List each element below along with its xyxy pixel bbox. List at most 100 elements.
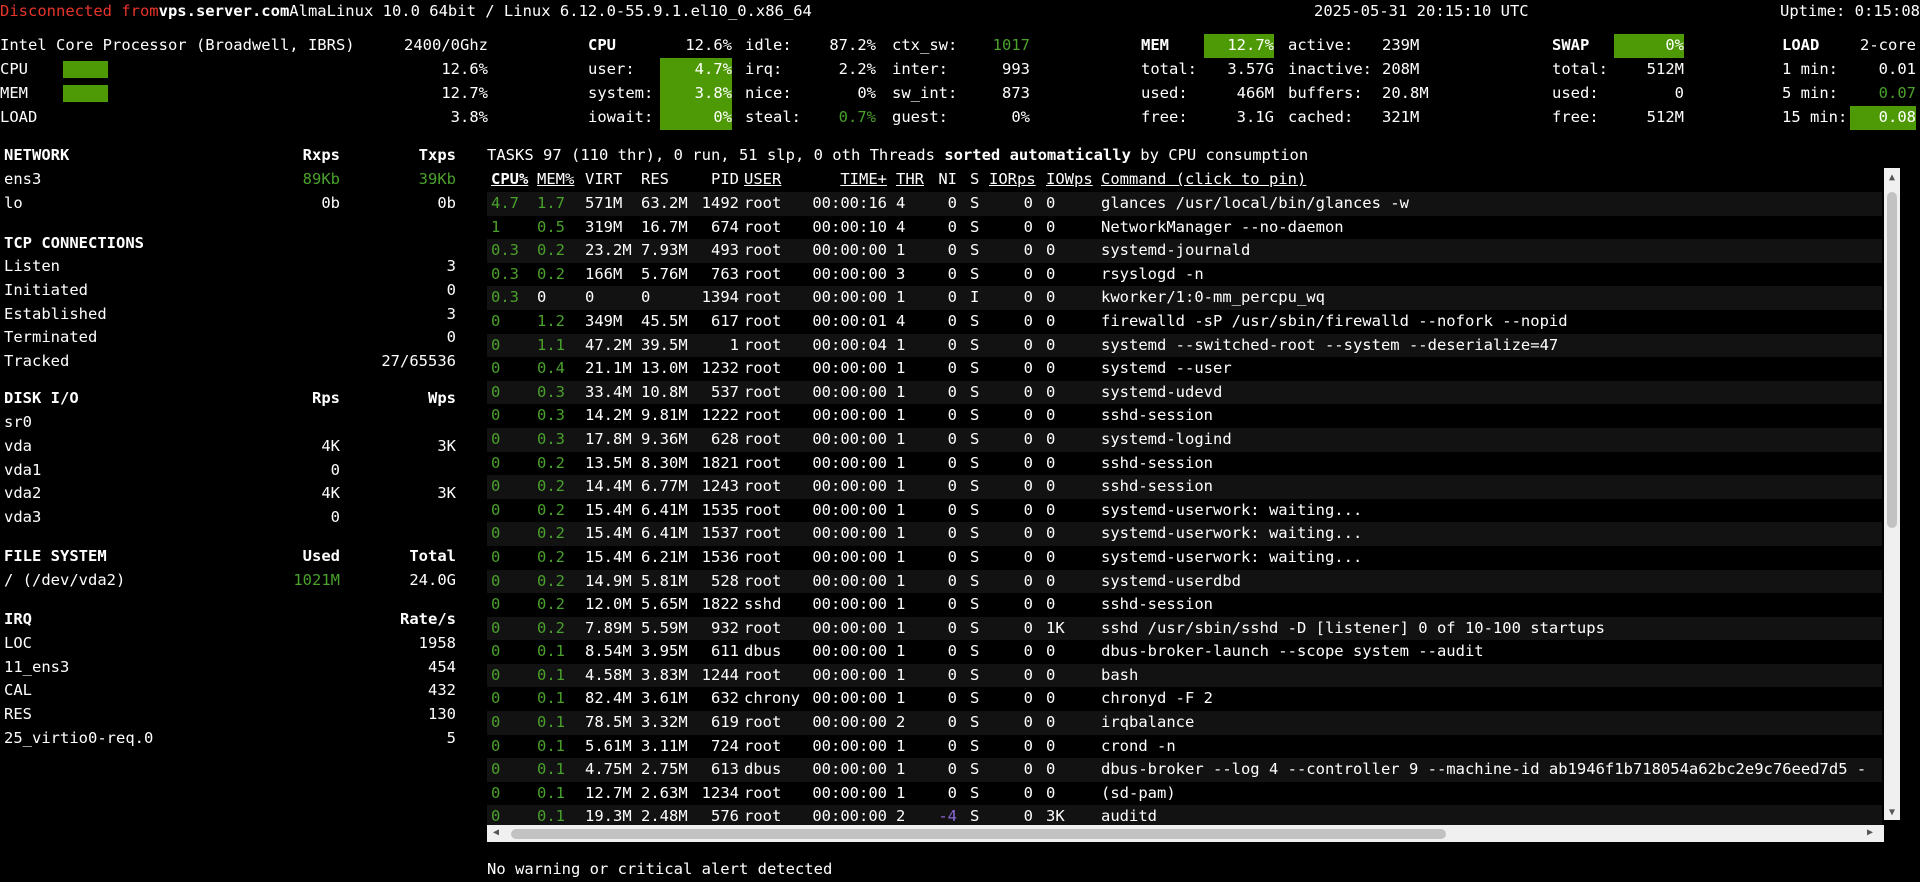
cpu-guest-value: 0%	[1011, 108, 1030, 126]
process-command[interactable]: sshd /usr/sbin/sshd -D [listener] 0 of 1…	[1101, 617, 1605, 641]
process-command[interactable]: systemd-userwork: waiting...	[1101, 499, 1362, 523]
column-header-mem[interactable]: MEM%	[537, 168, 574, 192]
process-row[interactable]: 0 1.1 47.2M 39.5M 1 root 00:00:04 1 0 S 0 0 systemd …	[487, 333, 1882, 358]
process-command[interactable]: sshd-session	[1101, 593, 1213, 617]
process-virt: 12.0M	[585, 595, 632, 614]
process-row[interactable]: 0 0.2 14.4M 6.77M 1243 root 00:00:00 1 0 S 0 0 sshd-…	[487, 475, 1882, 499]
process-io-write: 0	[1046, 500, 1056, 519]
process-command[interactable]: chronyd -F 2	[1101, 687, 1213, 711]
process-command[interactable]: dbus-broker-launch --scope system --audi…	[1101, 640, 1484, 664]
process-row[interactable]: 4.7 1.7 571M 63.2M 1492 root 00:00:16 4 0 S 0 0 glan…	[487, 192, 1882, 216]
scroll-down-arrow-icon[interactable]: ▼	[1884, 808, 1900, 818]
process-command[interactable]: bash	[1101, 664, 1138, 688]
process-row[interactable]: 0 0.2 14.9M 5.81M 528 root 00:00:00 1 0 S 0 0 system…	[487, 569, 1882, 594]
process-row[interactable]: 0 0.1 78.5M 3.32M 619 root 00:00:00 2 0 S 0 0 irqbal…	[487, 711, 1882, 735]
process-command[interactable]: systemd --user	[1101, 357, 1232, 381]
process-row[interactable]: 0 0.1 5.61M 3.11M 724 root 00:00:00 1 0 S 0 0 crond …	[487, 735, 1882, 759]
process-command[interactable]: systemd-logind	[1101, 428, 1232, 452]
process-nice: 0	[947, 429, 957, 448]
process-io-write: 0	[1046, 382, 1056, 401]
process-row[interactable]: 0 0.2 15.4M 6.21M 1536 root 00:00:00 1 0 S 0 0 syste…	[487, 546, 1882, 570]
column-header-time[interactable]: TIME+	[809, 168, 887, 192]
process-row[interactable]: 0 0.1 4.75M 2.75M 613 dbus 00:00:00 1 0 S 0 0 dbus-b…	[487, 758, 1882, 782]
disk-write: 3K	[437, 484, 456, 502]
column-header-thr[interactable]: THR	[896, 168, 924, 192]
process-row[interactable]: 0 0.4 21.1M 13.0M 1232 root 00:00:00 1 0 S 0 0 syste…	[487, 357, 1882, 381]
quicklook-mem-bar	[63, 85, 108, 102]
quicklook-load-label: LOAD	[0, 108, 38, 126]
process-command[interactable]: crond -n	[1101, 735, 1176, 759]
horizontal-scrollbar[interactable]: ◀ ▶	[487, 825, 1884, 842]
process-command[interactable]: irqbalance	[1101, 711, 1194, 735]
process-status: S	[970, 524, 980, 543]
process-cpu: 0	[491, 429, 501, 448]
process-command[interactable]: sshd-session	[1101, 475, 1213, 499]
process-row[interactable]: 1 0.5 319M 16.7M 674 root 00:00:10 4 0 S 0 0 Network…	[487, 216, 1882, 240]
process-virt: 82.4M	[585, 689, 632, 708]
process-row[interactable]: 0 0.3 33.4M 10.8M 537 root 00:00:00 1 0 S 0 0 system…	[487, 380, 1882, 405]
column-header-iowps[interactable]: IOWps	[1046, 168, 1093, 192]
scroll-left-arrow-icon[interactable]: ◀	[489, 828, 503, 838]
process-status: S	[970, 689, 980, 708]
network-tx-header: Txps	[418, 146, 456, 164]
process-io-read: 0	[1023, 311, 1033, 330]
process-row[interactable]: 0 0.1 12.7M 2.63M 1234 root 00:00:00 1 0 S 0 0 (sd-p…	[487, 782, 1882, 806]
datetime: 2025-05-31 20:15:10 UTC	[1314, 2, 1529, 20]
process-command[interactable]: systemd-udevd	[1101, 381, 1222, 405]
process-io-read: 0	[1023, 689, 1033, 708]
process-row[interactable]: 0 0.3 17.8M 9.36M 628 root 00:00:00 1 0 S 0 0 system…	[487, 427, 1882, 452]
vertical-scrollbar[interactable]: ▲ ▼	[1884, 168, 1900, 820]
process-command[interactable]: sshd-session	[1101, 452, 1213, 476]
process-command[interactable]: dbus-broker --log 4 --controller 9 --mac…	[1101, 758, 1866, 782]
process-command[interactable]: rsyslogd -n	[1101, 263, 1204, 287]
process-io-read: 0	[1023, 217, 1033, 236]
process-virt: 15.4M	[585, 547, 632, 566]
process-command[interactable]: firewalld -sP /usr/sbin/firewalld --nofo…	[1101, 310, 1568, 334]
process-command[interactable]: NetworkManager --no-daemon	[1101, 216, 1344, 240]
process-row[interactable]: 0.3 0.2 23.2M 7.93M 493 root 00:00:00 1 0 S 0 0 syst…	[487, 239, 1882, 263]
process-row[interactable]: 0 0.1 4.58M 3.83M 1244 root 00:00:00 1 0 S 0 0 bash	[487, 663, 1882, 688]
process-row[interactable]: 0 0.1 82.4M 3.61M 632 chrony 00:00:00 1 0 S 0 0 chro…	[487, 687, 1882, 711]
process-command[interactable]: systemd-userwork: waiting...	[1101, 546, 1362, 570]
horizontal-scroll-thumb[interactable]	[511, 829, 1446, 839]
column-header-cpu[interactable]: CPU%	[491, 168, 528, 192]
column-header-virt: VIRT	[585, 170, 623, 188]
process-nice: 0	[947, 618, 957, 637]
process-command[interactable]: sshd-session	[1101, 404, 1213, 428]
process-row[interactable]: 0 0.1 8.54M 3.95M 611 dbus 00:00:00 1 0 S 0 0 dbus-b…	[487, 640, 1882, 664]
process-io-read: 0	[1023, 453, 1033, 472]
process-row[interactable]: 0 0.2 7.89M 5.59M 932 root 00:00:00 1 0 S 0 1K sshd …	[487, 616, 1882, 641]
process-io-write: 0	[1046, 642, 1056, 661]
column-header-user[interactable]: USER	[744, 168, 781, 192]
process-user: root	[744, 618, 782, 637]
process-row[interactable]: 0 0.2 13.5M 8.30M 1821 root 00:00:00 1 0 S 0 0 sshd-…	[487, 452, 1882, 476]
process-command[interactable]: glances /usr/local/bin/glances -w	[1101, 192, 1409, 216]
process-row[interactable]: 0 0.2 12.0M 5.65M 1822 sshd 00:00:00 1 0 S 0 0 sshd-…	[487, 593, 1882, 617]
scroll-right-arrow-icon[interactable]: ▶	[1863, 828, 1877, 838]
vertical-scroll-thumb[interactable]	[1887, 192, 1897, 528]
process-row[interactable]: 0 0.3 14.2M 9.81M 1222 root 00:00:00 1 0 S 0 0 sshd-…	[487, 404, 1882, 428]
process-io-write: 0	[1046, 264, 1056, 283]
process-pid: 611	[711, 642, 739, 661]
irq-name: 25_virtio0-req.0	[4, 729, 154, 747]
process-row[interactable]: 0 1.2 349M 45.5M 617 root 00:00:01 4 0 S 0 0 firewal…	[487, 310, 1882, 334]
process-command[interactable]: systemd-userdbd	[1101, 570, 1241, 594]
process-command[interactable]: (sd-pam)	[1101, 782, 1176, 806]
process-threads: 3	[896, 264, 906, 283]
network-iface-rx: 0b	[321, 194, 340, 212]
process-row[interactable]: 0 0.2 15.4M 6.41M 1535 root 00:00:00 1 0 S 0 0 syste…	[487, 499, 1882, 523]
process-command[interactable]: kworker/1:0-mm_percpu_wq	[1101, 286, 1325, 310]
process-command[interactable]: systemd --switched-root --system --deser…	[1101, 334, 1558, 358]
process-row[interactable]: 0 0.2 15.4M 6.41M 1537 root 00:00:00 1 0 S 0 0 syste…	[487, 522, 1882, 546]
process-mem: 0.2	[537, 264, 565, 283]
process-row[interactable]: 0.3 0.2 166M 5.76M 763 root 00:00:00 3 0 S 0 0 rsysl…	[487, 263, 1882, 287]
process-command[interactable]: systemd-userwork: waiting...	[1101, 522, 1362, 546]
scroll-up-arrow-icon[interactable]: ▲	[1884, 173, 1900, 183]
process-command[interactable]: systemd-journald	[1101, 239, 1250, 263]
process-row[interactable]: 0.3 0 0 0 1394 root 00:00:00 1 0 I 0 0 kworker/1:0-m…	[487, 286, 1882, 310]
process-threads: 1	[896, 689, 906, 708]
mem-free-label: free:	[1141, 108, 1188, 126]
column-header-command[interactable]: Command (click to pin)	[1101, 168, 1306, 192]
column-header-iorps[interactable]: IORps	[989, 168, 1036, 192]
process-threads: 1	[896, 500, 906, 519]
